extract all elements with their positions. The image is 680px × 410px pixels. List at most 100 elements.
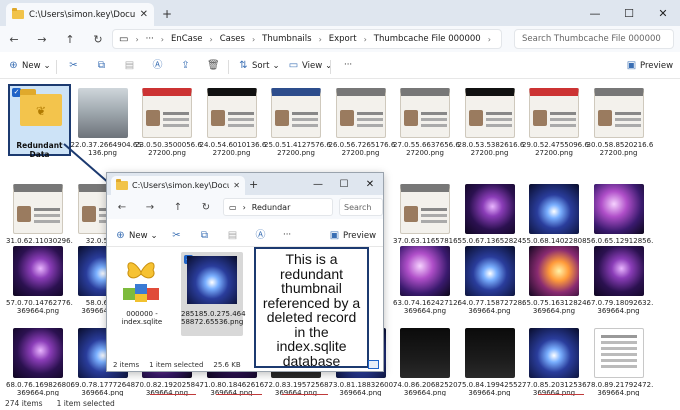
rename-icon[interactable]: Ⓐ: [152, 60, 163, 71]
folder-icon: [12, 8, 24, 19]
thumbnail-item[interactable]: 67.0.79.18092632. 369664.png: [587, 242, 653, 318]
preview-button[interactable]: ▣ Preview: [329, 230, 376, 241]
more-options-button[interactable]: ···: [344, 60, 352, 70]
refresh-icon[interactable]: ↻: [197, 199, 215, 215]
thumbnail-label: 30.0.58.8520216.6 27200.png: [586, 141, 654, 157]
divider: [56, 60, 57, 74]
copy-icon[interactable]: ⧉: [96, 60, 107, 71]
breadcrumb-item[interactable]: EnCase: [171, 34, 203, 44]
thumbnail-item[interactable]: 68.0.76.16982680. 369664.png: [6, 324, 73, 396]
label-underline: [150, 394, 196, 395]
thumbnail-label: 65.0.75.16312824. 369664.png: [522, 299, 589, 315]
minimize-icon[interactable]: —: [305, 173, 331, 195]
back-arrow-icon[interactable]: ←: [0, 26, 28, 52]
paste-icon[interactable]: ▤: [124, 60, 135, 71]
thumbnail-image: [464, 328, 515, 378]
item-count: 2 items: [113, 361, 140, 369]
delete-icon[interactable]: 🗑: [207, 60, 220, 71]
maximize-icon[interactable]: ☐: [612, 0, 646, 26]
view-button[interactable]: ▭ View ⌄: [288, 60, 333, 71]
thumbnail-item[interactable]: 26.0.56.7265176.6 27200.png: [328, 84, 396, 160]
breadcrumb-item[interactable]: Cases: [220, 34, 245, 44]
paste-icon[interactable]: ▤: [227, 230, 238, 241]
thumbnail-item[interactable]: 64.0.77.15872728. 369664.png: [457, 242, 525, 318]
new-tab-icon[interactable]: +: [160, 7, 174, 21]
close-tab-icon[interactable]: ✕: [233, 181, 240, 190]
preview-pane-icon: ▣: [329, 230, 340, 241]
index-sqlite-file[interactable]: 000000 - index.sqlite: [115, 254, 169, 334]
rename-icon[interactable]: Ⓐ: [255, 230, 266, 241]
thumbnail-label: 64.0.77.15872728. 369664.png: [457, 299, 525, 315]
chevron-right-icon: ›: [318, 34, 322, 44]
thumbnail-item[interactable]: 63.0.74.16242712. 369664.png: [393, 242, 460, 318]
thumbnail-label: 25.0.51.4127576.6 27200.png: [264, 141, 331, 157]
tab-current-folder[interactable]: C:\Users\simon.key\Document ✕: [6, 3, 154, 26]
thumbnail-image: [206, 88, 257, 138]
back-arrow-icon[interactable]: ←: [113, 199, 131, 215]
thumbnail-item[interactable]: 28.0.53.5382616.6 27200.png: [458, 84, 524, 160]
thumbnail-item[interactable]: 75.0.84.19942552. 369664.png: [458, 324, 524, 396]
selection-size: 25.6 KB: [213, 361, 241, 369]
new-button[interactable]: ⊕ New ⌄: [115, 230, 157, 241]
thumbnail-image: [464, 184, 515, 234]
search-placeholder: Search Thumbcache File 000000: [522, 34, 661, 44]
new-tab-icon[interactable]: +: [249, 178, 258, 191]
thumbnail-item[interactable]: 78.0.89.21792472. 369664.png: [587, 324, 653, 396]
thumbnail-label: 26.0.56.7265176.6 27200.png: [328, 141, 396, 157]
cut-icon[interactable]: ✂: [68, 60, 79, 71]
new-button[interactable]: ⊕ New ⌄: [8, 60, 50, 71]
thumbnail-item[interactable]: 23.0.50.3500056.6 27200.png: [135, 84, 202, 160]
thumbnail-item[interactable]: 24.0.54.6010136.6 27200.png: [200, 84, 266, 160]
label-underline: [282, 394, 328, 395]
breadcrumb-item[interactable]: Thumbcache File 000000: [374, 34, 481, 44]
title-bar: C:\Users\simon.key\Document ✕ + — ☐ ✕: [0, 0, 680, 26]
copy-icon[interactable]: ⧉: [199, 230, 210, 241]
label-underline: [538, 394, 584, 395]
forward-arrow-icon[interactable]: →: [28, 26, 56, 52]
chevron-down-icon: ⌄: [272, 60, 280, 71]
inner-navigation-bar: ← → ↑ ↻ ▭ › Redundar Search: [107, 195, 383, 219]
minimize-icon[interactable]: —: [578, 0, 612, 26]
thumbnail-label: 29.0.52.4755096.6 27200.png: [522, 141, 589, 157]
address-bar[interactable]: ▭ › ··· › EnCase › Cases › Thumbnails › …: [112, 29, 502, 49]
up-arrow-icon[interactable]: ↑: [56, 26, 84, 52]
inner-tab[interactable]: C:\Users\simon.key\Document ✕: [111, 176, 245, 195]
inner-search-input[interactable]: Search: [339, 198, 383, 216]
breadcrumb-item[interactable]: Thumbnails: [262, 34, 311, 44]
thumbnail-label: 73.0.81.18832600. 369664.png: [328, 381, 396, 396]
preview-button[interactable]: ▣ Preview: [626, 60, 673, 71]
thumbnail-image: [335, 88, 386, 138]
more-options-button[interactable]: ···: [283, 230, 291, 240]
inner-address-bar[interactable]: ▭ › Redundar: [223, 198, 333, 216]
thumbnail-item[interactable]: 77.0.85.20312536. 369664.png: [522, 324, 589, 396]
breadcrumb-item[interactable]: Export: [329, 34, 357, 44]
up-arrow-icon[interactable]: ↑: [169, 199, 187, 215]
breadcrumb-item[interactable]: Redundar: [252, 203, 291, 212]
close-window-icon[interactable]: ✕: [357, 173, 383, 195]
close-window-icon[interactable]: ✕: [646, 0, 680, 26]
close-tab-icon[interactable]: ✕: [140, 9, 148, 20]
annotation-callout: This is a redundant thumbnail referenced…: [254, 247, 369, 368]
command-bar: ⊕ New ⌄ ✂ ⧉ ▤ Ⓐ ⇪ 🗑 ⇅ Sort ⌄ ▭ View ⌄ ··…: [0, 55, 680, 79]
thumbnail-item[interactable]: 30.0.58.8520216.6 27200.png: [586, 84, 654, 160]
sort-button[interactable]: ⇅ Sort ⌄: [238, 60, 280, 71]
refresh-icon[interactable]: ↻: [84, 26, 112, 52]
breadcrumb-overflow[interactable]: ···: [146, 34, 154, 44]
thumbnail-item[interactable]: 74.0.86.20682520. 369664.png: [393, 324, 460, 396]
redundant-thumbnail-file[interactable]: ✓ 285185.0.275.464 58872.65536.png: [181, 252, 246, 336]
thumbnail-label: 63.0.74.16242712. 369664.png: [393, 299, 460, 315]
thumbnail-image: [529, 246, 579, 296]
view-label: View: [302, 60, 323, 71]
forward-arrow-icon[interactable]: →: [141, 199, 159, 215]
share-icon[interactable]: ⇪: [180, 60, 191, 71]
item-count: 274 items: [5, 398, 43, 408]
thumbnail-item[interactable]: 27.0.55.6637656.6 27200.png: [393, 84, 460, 160]
search-input[interactable]: Search Thumbcache File 000000: [514, 29, 674, 49]
thumbnail-item[interactable]: 65.0.75.16312824. 369664.png: [522, 242, 589, 318]
thumbnail-item[interactable]: 29.0.52.4755096.6 27200.png: [522, 84, 589, 160]
cut-icon[interactable]: ✂: [171, 230, 182, 241]
maximize-icon[interactable]: ☐: [331, 173, 357, 195]
thumbnail-item[interactable]: 57.0.70.14762776. 369664.png: [6, 242, 73, 318]
new-label: New: [22, 60, 41, 71]
thumbnail-item[interactable]: 25.0.51.4127576.6 27200.png: [264, 84, 331, 160]
